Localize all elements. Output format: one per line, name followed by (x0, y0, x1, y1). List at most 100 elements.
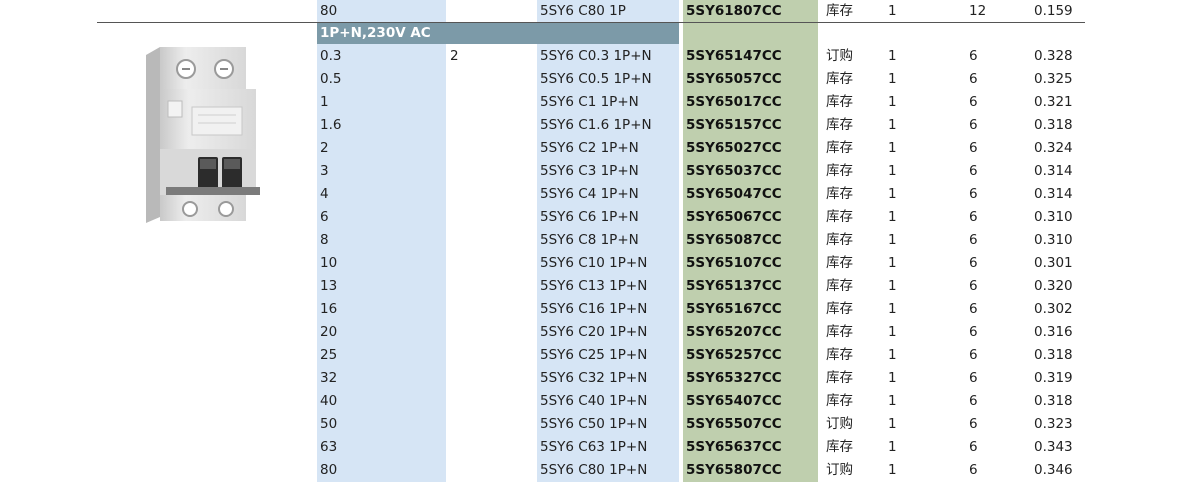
pack-qty: 6 (969, 393, 978, 409)
order-code: 5SY61807CC (686, 3, 782, 19)
order-code: 5SY65147CC (686, 48, 782, 64)
order-code: 5SY65637CC (686, 439, 782, 455)
model-name: 5SY6 C20 1P+N (540, 324, 648, 340)
table-row: 10 5SY6 C10 1P+N 5SY65107CC 库存 1 6 0.301 (0, 252, 1187, 275)
weight: 0.314 (1034, 163, 1073, 179)
table-row: 13 5SY6 C13 1P+N 5SY65137CC 库存 1 6 0.320 (0, 275, 1187, 298)
weight: 0.310 (1034, 232, 1073, 248)
table-row-top: 80 5SY6 C80 1P 5SY61807CC 库存 1 12 0.159 (0, 0, 1187, 23)
stock-status: 库存 (826, 439, 853, 455)
order-code: 5SY65067CC (686, 209, 782, 225)
rated-current: 80 (320, 3, 338, 19)
min-qty: 1 (888, 416, 897, 432)
model-name: 5SY6 C80 1P+N (540, 462, 648, 478)
weight: 0.301 (1034, 255, 1073, 271)
min-qty: 1 (888, 163, 897, 179)
model-name: 5SY6 C40 1P+N (540, 393, 648, 409)
min-qty: 1 (888, 439, 897, 455)
pack-qty: 6 (969, 462, 978, 478)
model-name: 5SY6 C1 1P+N (540, 94, 639, 110)
stock-status: 订购 (826, 416, 853, 432)
order-code: 5SY65507CC (686, 416, 782, 432)
min-qty: 1 (888, 3, 897, 19)
rated-current: 25 (320, 347, 338, 363)
stock-status: 库存 (826, 301, 853, 317)
pack-qty: 6 (969, 94, 978, 110)
table-row: 50 5SY6 C50 1P+N 5SY65507CC 订购 1 6 0.323 (0, 413, 1187, 436)
table-row: 4 5SY6 C4 1P+N 5SY65047CC 库存 1 6 0.314 (0, 183, 1187, 206)
rated-current: 1 (320, 94, 329, 110)
model-name: 5SY6 C2 1P+N (540, 140, 639, 156)
weight: 0.328 (1034, 48, 1073, 64)
pack-qty: 6 (969, 439, 978, 455)
stock-status: 库存 (826, 186, 853, 202)
weight: 0.325 (1034, 71, 1073, 87)
model-name: 5SY6 C25 1P+N (540, 347, 648, 363)
stock-status: 库存 (826, 232, 853, 248)
model-name: 5SY6 C10 1P+N (540, 255, 648, 271)
table-row: 0.5 5SY6 C0.5 1P+N 5SY65057CC 库存 1 6 0.325 (0, 68, 1187, 91)
model-name: 5SY6 C0.5 1P+N (540, 71, 652, 87)
rated-current: 20 (320, 324, 338, 340)
rated-current: 16 (320, 301, 338, 317)
min-qty: 1 (888, 393, 897, 409)
rated-current: 8 (320, 232, 329, 248)
model-name: 5SY6 C0.3 1P+N (540, 48, 652, 64)
stock-status: 库存 (826, 324, 853, 340)
rated-current: 4 (320, 186, 329, 202)
weight: 0.159 (1034, 3, 1073, 19)
table-row: 40 5SY6 C40 1P+N 5SY65407CC 库存 1 6 0.318 (0, 390, 1187, 413)
weight: 0.318 (1034, 347, 1073, 363)
rated-current: 0.3 (320, 48, 342, 64)
rated-current: 3 (320, 163, 329, 179)
model-name: 5SY6 C32 1P+N (540, 370, 648, 386)
stock-status: 库存 (826, 94, 853, 110)
min-qty: 1 (888, 462, 897, 478)
pack-qty: 6 (969, 186, 978, 202)
order-code: 5SY65087CC (686, 232, 782, 248)
weight: 0.310 (1034, 209, 1073, 225)
order-code: 5SY65207CC (686, 324, 782, 340)
stock-status: 库存 (826, 71, 853, 87)
model-name: 5SY6 C50 1P+N (540, 416, 648, 432)
order-code: 5SY65327CC (686, 370, 782, 386)
pack-qty: 6 (969, 324, 978, 340)
weight: 0.316 (1034, 324, 1073, 340)
section-header: 1P+N,230V AC (317, 23, 679, 44)
min-qty: 1 (888, 71, 897, 87)
weight: 0.323 (1034, 416, 1073, 432)
rated-current: 13 (320, 278, 338, 294)
weight: 0.302 (1034, 301, 1073, 317)
pack-qty: 6 (969, 71, 978, 87)
weight: 0.318 (1034, 117, 1073, 133)
stock-status: 库存 (826, 278, 853, 294)
weight: 0.346 (1034, 462, 1073, 478)
table-row: 32 5SY6 C32 1P+N 5SY65327CC 库存 1 6 0.319 (0, 367, 1187, 390)
weight: 0.318 (1034, 393, 1073, 409)
order-code: 5SY65257CC (686, 347, 782, 363)
table-row: 16 5SY6 C16 1P+N 5SY65167CC 库存 1 6 0.302 (0, 298, 1187, 321)
stock-status: 库存 (826, 255, 853, 271)
table-row: 20 5SY6 C20 1P+N 5SY65207CC 库存 1 6 0.316 (0, 321, 1187, 344)
order-code: 5SY65107CC (686, 255, 782, 271)
order-code: 5SY65047CC (686, 186, 782, 202)
table-row: 1 5SY6 C1 1P+N 5SY65017CC 库存 1 6 0.321 (0, 91, 1187, 114)
min-qty: 1 (888, 324, 897, 340)
table-row: 25 5SY6 C25 1P+N 5SY65257CC 库存 1 6 0.318 (0, 344, 1187, 367)
pack-qty: 6 (969, 140, 978, 156)
table-row: 63 5SY6 C63 1P+N 5SY65637CC 库存 1 6 0.343 (0, 436, 1187, 459)
weight: 0.314 (1034, 186, 1073, 202)
min-qty: 1 (888, 48, 897, 64)
model-name: 5SY6 C80 1P (540, 3, 626, 19)
order-code: 5SY65057CC (686, 71, 782, 87)
weight: 0.343 (1034, 439, 1073, 455)
table-row: 3 5SY6 C3 1P+N 5SY65037CC 库存 1 6 0.314 (0, 160, 1187, 183)
rated-current: 63 (320, 439, 338, 455)
stock-status: 库存 (826, 3, 853, 19)
model-name: 5SY6 C4 1P+N (540, 186, 639, 202)
rated-current: 0.5 (320, 71, 342, 87)
min-qty: 1 (888, 347, 897, 363)
stock-status: 库存 (826, 347, 853, 363)
model-name: 5SY6 C13 1P+N (540, 278, 648, 294)
weight: 0.324 (1034, 140, 1073, 156)
